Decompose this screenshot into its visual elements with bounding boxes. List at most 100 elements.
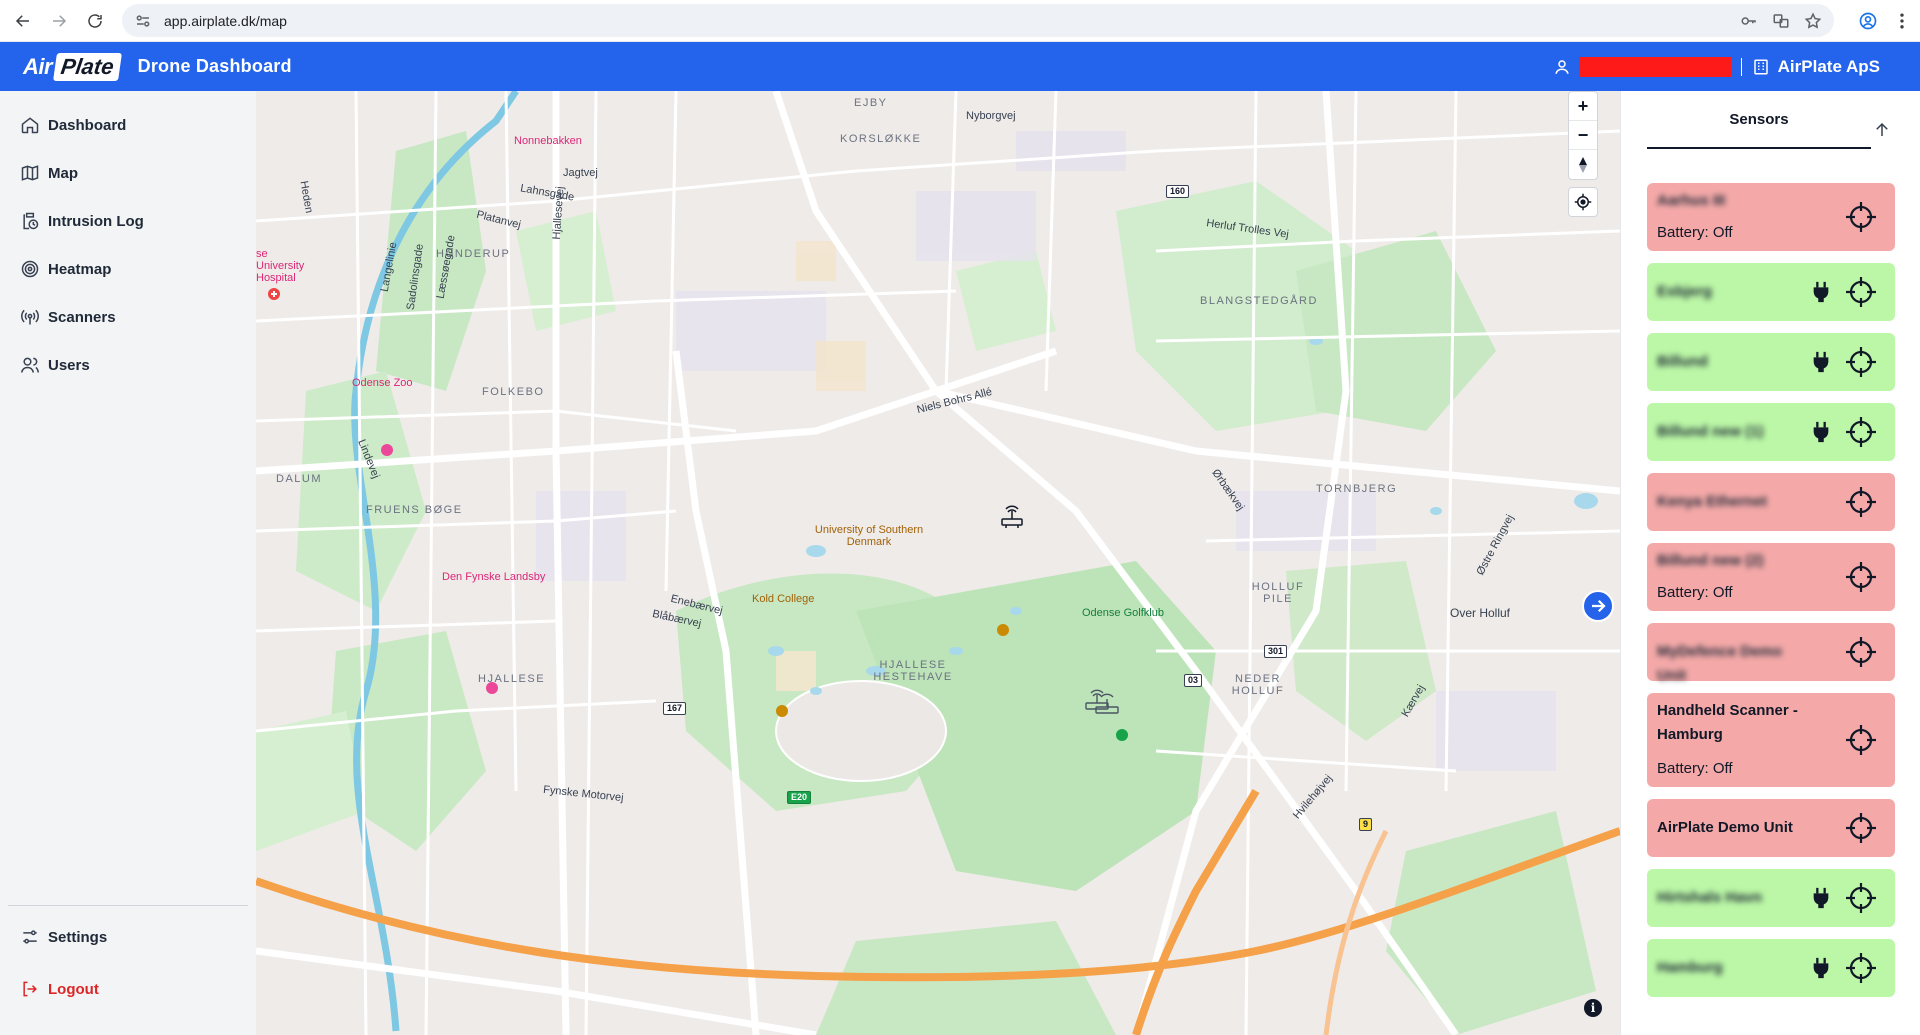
road-number-shield: 167 bbox=[663, 702, 687, 715]
header-user-area: AirPlate ApS bbox=[1553, 42, 1880, 91]
header-divider bbox=[1740, 57, 1742, 76]
locate-sensor-crosshair-icon[interactable] bbox=[1845, 416, 1877, 448]
arrow-right-icon bbox=[53, 14, 67, 27]
app-header: Air Plate Drone Dashboard AirPlate ApS bbox=[0, 42, 1920, 91]
site-info-icon[interactable] bbox=[134, 12, 152, 30]
university-marker-icon[interactable] bbox=[997, 624, 1009, 636]
poi-odense-zoo[interactable]: Odense Zoo bbox=[352, 377, 413, 389]
sliders-icon bbox=[23, 930, 37, 944]
map-area-label: BLANGSTEDGÅRD bbox=[1200, 295, 1318, 307]
airplate-logo[interactable]: Air Plate bbox=[23, 52, 122, 82]
sidebar-item-map[interactable]: Map bbox=[20, 163, 78, 183]
map-area-label: FRUENS BØGE bbox=[366, 504, 463, 516]
plug-icon bbox=[1813, 281, 1829, 303]
zoom-controls: + − bbox=[1568, 91, 1598, 180]
locate-sensor-crosshair-icon[interactable] bbox=[1845, 561, 1877, 593]
sensor-card[interactable]: AirPlate Demo Unit bbox=[1647, 799, 1895, 857]
sensor-card[interactable]: MyDefence Demo Unit bbox=[1647, 623, 1895, 684]
locate-sensor-crosshair-icon[interactable] bbox=[1845, 201, 1877, 233]
locate-sensor-crosshair-icon[interactable] bbox=[1845, 486, 1877, 518]
sidebar-item-label: Map bbox=[48, 164, 78, 182]
sidebar-item-users[interactable]: Users bbox=[20, 355, 90, 375]
sensor-battery-status: Battery: Off bbox=[1657, 224, 1733, 241]
logout-button[interactable]: Logout bbox=[20, 979, 99, 999]
scanner-cluster-marker-icon[interactable] bbox=[1082, 681, 1122, 717]
zoom-in-button[interactable]: + bbox=[1569, 92, 1597, 121]
map-street-label: Jagtvej bbox=[563, 167, 598, 179]
compass-icon bbox=[1579, 156, 1587, 173]
sidebar-item-scanners[interactable]: Scanners bbox=[20, 307, 116, 327]
poi-hospital[interactable]: se University Hospital bbox=[256, 248, 318, 284]
app-title: Drone Dashboard bbox=[137, 56, 292, 76]
profile-icon[interactable] bbox=[1858, 11, 1878, 31]
road-number-shield: 160 bbox=[1166, 185, 1190, 198]
college-marker-icon[interactable] bbox=[776, 705, 788, 717]
zoom-out-button[interactable]: − bbox=[1569, 121, 1597, 150]
sensor-card[interactable]: Esbjerg bbox=[1647, 263, 1895, 321]
map-street-label: Nyborgvej bbox=[966, 110, 1016, 122]
sidebar-item-intrusion-log[interactable]: Intrusion Log bbox=[20, 211, 144, 231]
poi-university[interactable]: University of Southern Denmark bbox=[814, 524, 924, 548]
locate-sensor-crosshair-icon[interactable] bbox=[1845, 812, 1877, 844]
plug-icon bbox=[1813, 421, 1829, 443]
plug-icon bbox=[1813, 351, 1829, 373]
locate-sensor-crosshair-icon[interactable] bbox=[1845, 636, 1877, 668]
back-button[interactable] bbox=[6, 4, 40, 38]
sidebar-item-heatmap[interactable]: Heatmap bbox=[20, 259, 111, 279]
sidebar-item-dashboard[interactable]: Dashboard bbox=[20, 115, 126, 135]
poi-odense-golfklub[interactable]: Odense Golfklub bbox=[1082, 607, 1164, 619]
heatmap-icon bbox=[21, 260, 39, 278]
sensor-card[interactable]: Kenya Ethernet bbox=[1647, 473, 1895, 531]
scanner-marker-icon[interactable] bbox=[996, 499, 1028, 531]
locate-sensor-crosshair-icon[interactable] bbox=[1845, 276, 1877, 308]
sensor-name: MyDefence Demo Unit bbox=[1657, 643, 1783, 684]
plug-icon bbox=[1813, 887, 1829, 909]
locate-sensor-crosshair-icon[interactable] bbox=[1845, 952, 1877, 984]
scanner-icon bbox=[21, 309, 39, 325]
sidebar-item-label: Dashboard bbox=[48, 116, 127, 134]
sensor-card[interactable]: Billund new (2) Battery: Off bbox=[1647, 543, 1895, 611]
forward-button[interactable] bbox=[42, 4, 76, 38]
sensor-name: Handheld Scanner - Hamburg bbox=[1657, 702, 1798, 743]
poi-nonnebakken[interactable]: Nonnebakken bbox=[514, 135, 582, 147]
locate-sensor-crosshair-icon[interactable] bbox=[1845, 724, 1877, 756]
landsby-marker-icon[interactable] bbox=[486, 682, 498, 694]
sensor-card[interactable]: Hirtshals Havn bbox=[1647, 869, 1895, 927]
translate-icon[interactable] bbox=[1772, 12, 1790, 30]
map-base-layer bbox=[256, 91, 1620, 1035]
sensors-panel: Sensors Aarhus III Battery: Off Esbjerg Bil… bbox=[1620, 91, 1920, 1035]
sensor-card[interactable]: Billund new (1) bbox=[1647, 403, 1895, 461]
sidebar-item-label: Intrusion Log bbox=[48, 212, 144, 230]
sensor-name: Hirtshals Havn bbox=[1657, 889, 1763, 906]
map-attribution-button[interactable]: i bbox=[1584, 999, 1602, 1017]
road-number-shield: E20 bbox=[787, 791, 812, 804]
reload-button[interactable] bbox=[78, 4, 112, 38]
map-street-label: Over Holluf bbox=[1450, 606, 1511, 620]
map-view[interactable]: EJBY KORSLØKKE HUNDERUP BLANGSTEDGÅRD FO… bbox=[256, 91, 1620, 1035]
settings-label: Settings bbox=[48, 928, 108, 946]
sensor-card[interactable]: Handheld Scanner - Hamburg Battery: Off bbox=[1647, 693, 1895, 787]
locate-me-button[interactable] bbox=[1568, 187, 1598, 217]
star-icon[interactable] bbox=[1804, 12, 1822, 30]
sensor-card[interactable]: Aarhus III Battery: Off bbox=[1647, 183, 1895, 251]
address-bar[interactable]: app.airplate.dk/map bbox=[122, 4, 1834, 37]
locate-sensor-crosshair-icon[interactable] bbox=[1845, 882, 1877, 914]
locate-sensor-crosshair-icon[interactable] bbox=[1845, 346, 1877, 378]
golf-marker-icon[interactable] bbox=[1116, 729, 1128, 741]
sensor-card[interactable]: Hamburg bbox=[1647, 939, 1895, 997]
tab-sensors[interactable]: Sensors bbox=[1647, 91, 1871, 149]
key-icon[interactable] bbox=[1740, 12, 1758, 30]
compass-button[interactable] bbox=[1569, 150, 1597, 179]
users-icon bbox=[20, 357, 40, 373]
zoo-marker-icon[interactable] bbox=[381, 444, 393, 456]
sidebar-item-settings[interactable]: Settings bbox=[20, 927, 107, 947]
redacted-username[interactable] bbox=[1578, 56, 1731, 77]
kebab-menu-icon[interactable] bbox=[1892, 11, 1912, 31]
arrow-up-icon[interactable] bbox=[1873, 121, 1891, 139]
sensor-card[interactable]: Billund bbox=[1647, 333, 1895, 391]
poi-kold-college[interactable]: Kold College bbox=[752, 593, 814, 605]
road-number-shield: 9 bbox=[1359, 818, 1373, 831]
hospital-marker-icon[interactable] bbox=[268, 288, 280, 300]
poi-den-fynske-landsby[interactable]: Den Fynske Landsby bbox=[442, 571, 545, 583]
toggle-sensors-panel-button[interactable] bbox=[1582, 590, 1614, 622]
